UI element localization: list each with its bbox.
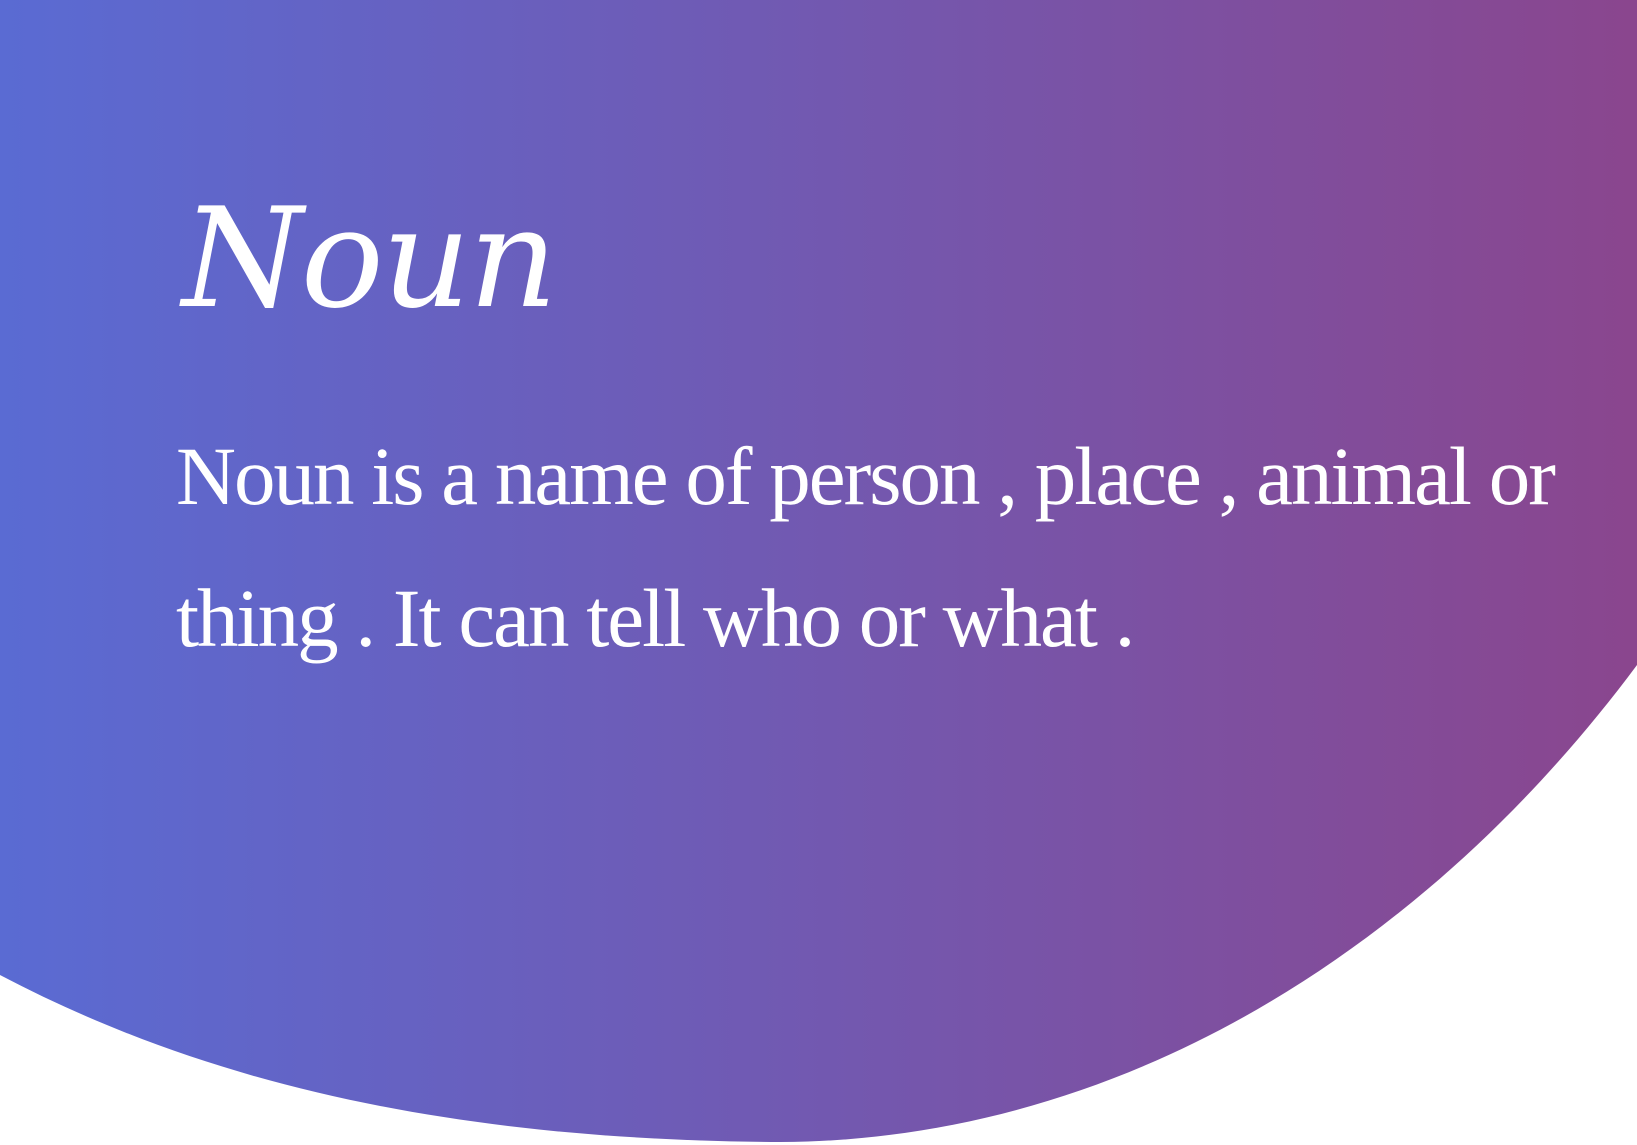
slide: Noun Noun is a name of person , place , …	[0, 0, 1637, 1145]
definition-text: Noun is a name of person , place , anima…	[176, 430, 1556, 664]
slide-title: Noun	[182, 178, 558, 339]
